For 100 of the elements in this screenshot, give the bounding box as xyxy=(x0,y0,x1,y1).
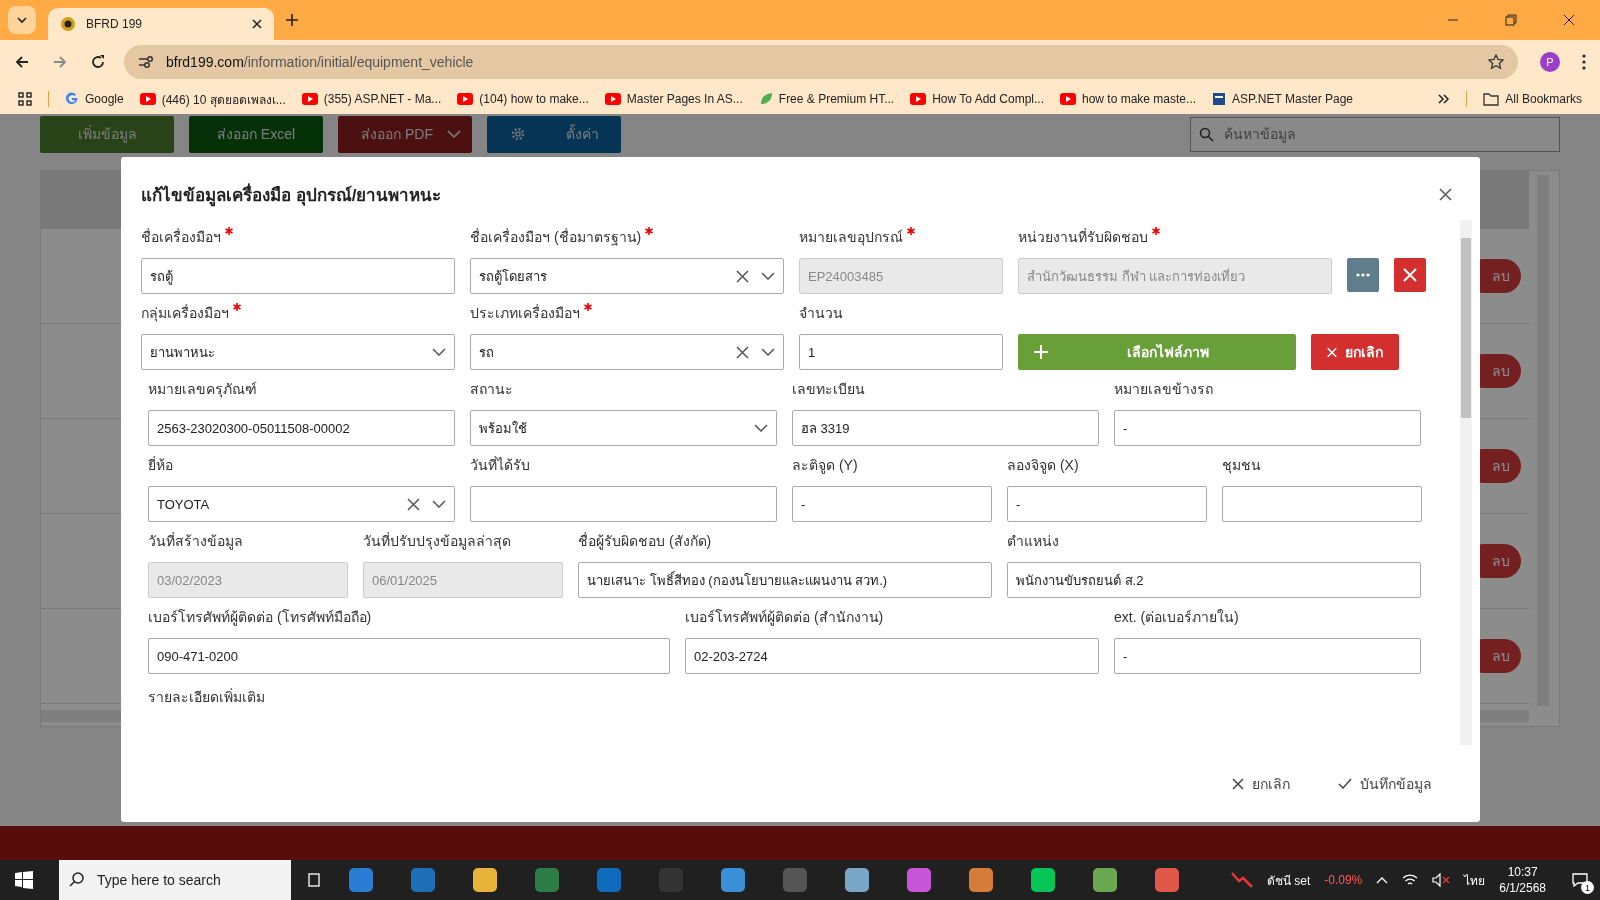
chevron-up-icon[interactable] xyxy=(1376,876,1389,884)
address-bar[interactable]: bfrd199.com/information/initial/equipment_vehicle xyxy=(124,45,1518,79)
clear-icon[interactable] xyxy=(736,269,749,283)
clear-icon[interactable] xyxy=(407,497,420,511)
input-field[interactable]: - xyxy=(1114,638,1421,674)
input-field[interactable]: 090-471-0200 xyxy=(148,638,670,674)
app-icon[interactable] xyxy=(845,868,869,892)
taskbar-search-field[interactable]: Type here to search xyxy=(59,860,291,900)
app-icon[interactable] xyxy=(1031,868,1055,892)
cancel-button[interactable]: ยกเลิก xyxy=(1311,334,1399,370)
notifications-button[interactable]: 1 xyxy=(1560,860,1600,900)
input-field[interactable]: - xyxy=(1114,410,1421,446)
input-field[interactable]: ฮล 3319 xyxy=(792,410,1099,446)
play-icon xyxy=(301,93,318,105)
task-view-icon[interactable] xyxy=(305,871,323,889)
input-field[interactable]: พนักงานขับรถยนต์ ส.2 xyxy=(1007,562,1421,598)
input-field[interactable]: 2563-23020300-05011508-00002 xyxy=(148,410,455,446)
bookmark[interactable]: Master Pages In AS... xyxy=(604,92,743,106)
bookmark[interactable]: ASP.NET Master Page xyxy=(1212,92,1353,106)
windows-start-icon[interactable] xyxy=(15,871,33,889)
close-icon xyxy=(1327,345,1337,359)
bookmark[interactable]: (446) 10 สุดยอดเพลงเ... xyxy=(139,89,286,109)
menu-icon[interactable] xyxy=(1582,54,1586,70)
search-input[interactable]: ค้นหาข้อมูล xyxy=(1222,125,1551,143)
chevron-down-icon xyxy=(432,348,446,356)
site-settings-icon[interactable] xyxy=(138,55,154,69)
field-label: จำนวน xyxy=(799,304,843,323)
vertical-scrollbar[interactable] xyxy=(1460,220,1472,745)
profile-avatar[interactable]: P xyxy=(1540,52,1560,72)
bookmark[interactable]: Google xyxy=(65,92,124,106)
input-field[interactable]: - xyxy=(1007,486,1207,522)
input-field[interactable]: รถตู้ xyxy=(141,258,455,294)
excel-button[interactable]: ส่งออก Excel xyxy=(189,115,323,153)
bookmark[interactable]: (355) ASP.NET - Ma... xyxy=(301,92,442,106)
app-icon[interactable] xyxy=(597,868,621,892)
stock-name: ดัชนี set xyxy=(1266,872,1311,890)
clear-icon[interactable] xyxy=(736,345,749,359)
pdf-button[interactable]: ส่งออก PDF xyxy=(338,115,472,153)
app-icon[interactable] xyxy=(907,868,931,892)
close-icon[interactable] xyxy=(1439,188,1452,201)
dropdown[interactable]: ยานพาหนะ xyxy=(141,334,455,370)
field-label: เลขทะเบียน xyxy=(792,380,865,399)
notification-count: 1 xyxy=(1581,881,1594,894)
dropdown[interactable]: พร้อมใช้ xyxy=(470,410,777,446)
search-input[interactable]: Type here to search xyxy=(95,871,281,889)
close-icon[interactable] xyxy=(252,19,262,29)
reload-icon[interactable] xyxy=(90,54,106,70)
back-icon[interactable] xyxy=(14,54,30,70)
muted-speaker-icon[interactable] xyxy=(1432,873,1451,887)
close-icon[interactable] xyxy=(1563,14,1575,26)
new-tab-icon[interactable] xyxy=(286,14,298,26)
field-label: วันที่ได้รับ xyxy=(470,455,530,475)
app-icon[interactable] xyxy=(349,868,373,892)
app-icon[interactable] xyxy=(969,868,993,892)
browser-tab[interactable]: BFRD 199 xyxy=(48,8,274,40)
app-icon[interactable] xyxy=(473,868,497,892)
app-icon[interactable] xyxy=(1093,868,1117,892)
document-icon xyxy=(1212,92,1227,106)
restore-icon[interactable] xyxy=(1505,14,1517,26)
search-field[interactable]: ค้นหาข้อมูล xyxy=(1190,116,1560,152)
bookmark[interactable]: Free & Premium HT... xyxy=(758,92,895,106)
input-field[interactable] xyxy=(470,486,777,522)
all-bookmarks-link[interactable]: All Bookmarks xyxy=(1483,92,1582,106)
tab-search-button[interactable] xyxy=(8,6,36,34)
field-label: ชุมชน xyxy=(1222,456,1261,476)
remove-button[interactable] xyxy=(1394,258,1426,292)
input-field[interactable]: 1 xyxy=(799,334,1003,370)
play-icon xyxy=(910,93,927,105)
caret-icon[interactable] xyxy=(446,129,461,139)
more-bookmarks-icon[interactable] xyxy=(1438,94,1451,104)
dropdown[interactable]: รถ xyxy=(470,334,784,370)
input-field[interactable]: 02-203-2724 xyxy=(685,638,1099,674)
dialog-title: แก้ไขข้อมูลเครื่องมือ อุปกรณ์/ยานพาหนะ xyxy=(141,181,442,208)
field-label: เบอร์โทรศัพท์ผู้ติดต่อ (สำนักงาน) xyxy=(685,608,884,628)
dropdown[interactable]: รถตู้โดยสาร xyxy=(470,258,784,294)
bookmark[interactable]: How To Add Compl... xyxy=(910,92,1044,106)
input-field[interactable]: นายเสนาะ โพธิ์สีทอง (กองนโยบายและแผนงาน สวท.) xyxy=(578,562,992,598)
wifi-icon[interactable] xyxy=(1402,873,1419,887)
cancel-button[interactable]: ยกเลิก xyxy=(1226,771,1296,796)
forward-icon[interactable] xyxy=(52,54,68,70)
apps-icon[interactable] xyxy=(18,92,32,106)
language-indicator[interactable]: ไทย xyxy=(1464,870,1486,890)
google-icon xyxy=(65,92,79,106)
app-icon[interactable] xyxy=(411,868,435,892)
close-icon xyxy=(1403,268,1417,282)
folder-icon xyxy=(1483,92,1500,106)
save-button[interactable]: บันทึกข้อมูล xyxy=(1332,771,1438,796)
stock-chart-icon[interactable] xyxy=(1230,871,1253,889)
bookmark[interactable]: how to make maste... xyxy=(1060,92,1197,106)
chevron-down-icon xyxy=(761,272,775,280)
input-field[interactable] xyxy=(1222,486,1422,522)
app-icon[interactable] xyxy=(1155,868,1179,892)
star-icon[interactable] xyxy=(1488,54,1504,70)
dropdown[interactable]: TOYOTA xyxy=(148,486,455,522)
field-label: ชื่อเครื่องมือฯ (ชื่อมาตรฐาน) xyxy=(470,227,642,248)
field-label: ประเภทเครื่องมือฯ xyxy=(470,303,580,323)
bookmark[interactable]: (104) how to make... xyxy=(457,92,589,106)
app-icon[interactable] xyxy=(721,868,745,892)
app-icon[interactable] xyxy=(535,868,559,892)
input-field[interactable]: - xyxy=(792,486,992,522)
